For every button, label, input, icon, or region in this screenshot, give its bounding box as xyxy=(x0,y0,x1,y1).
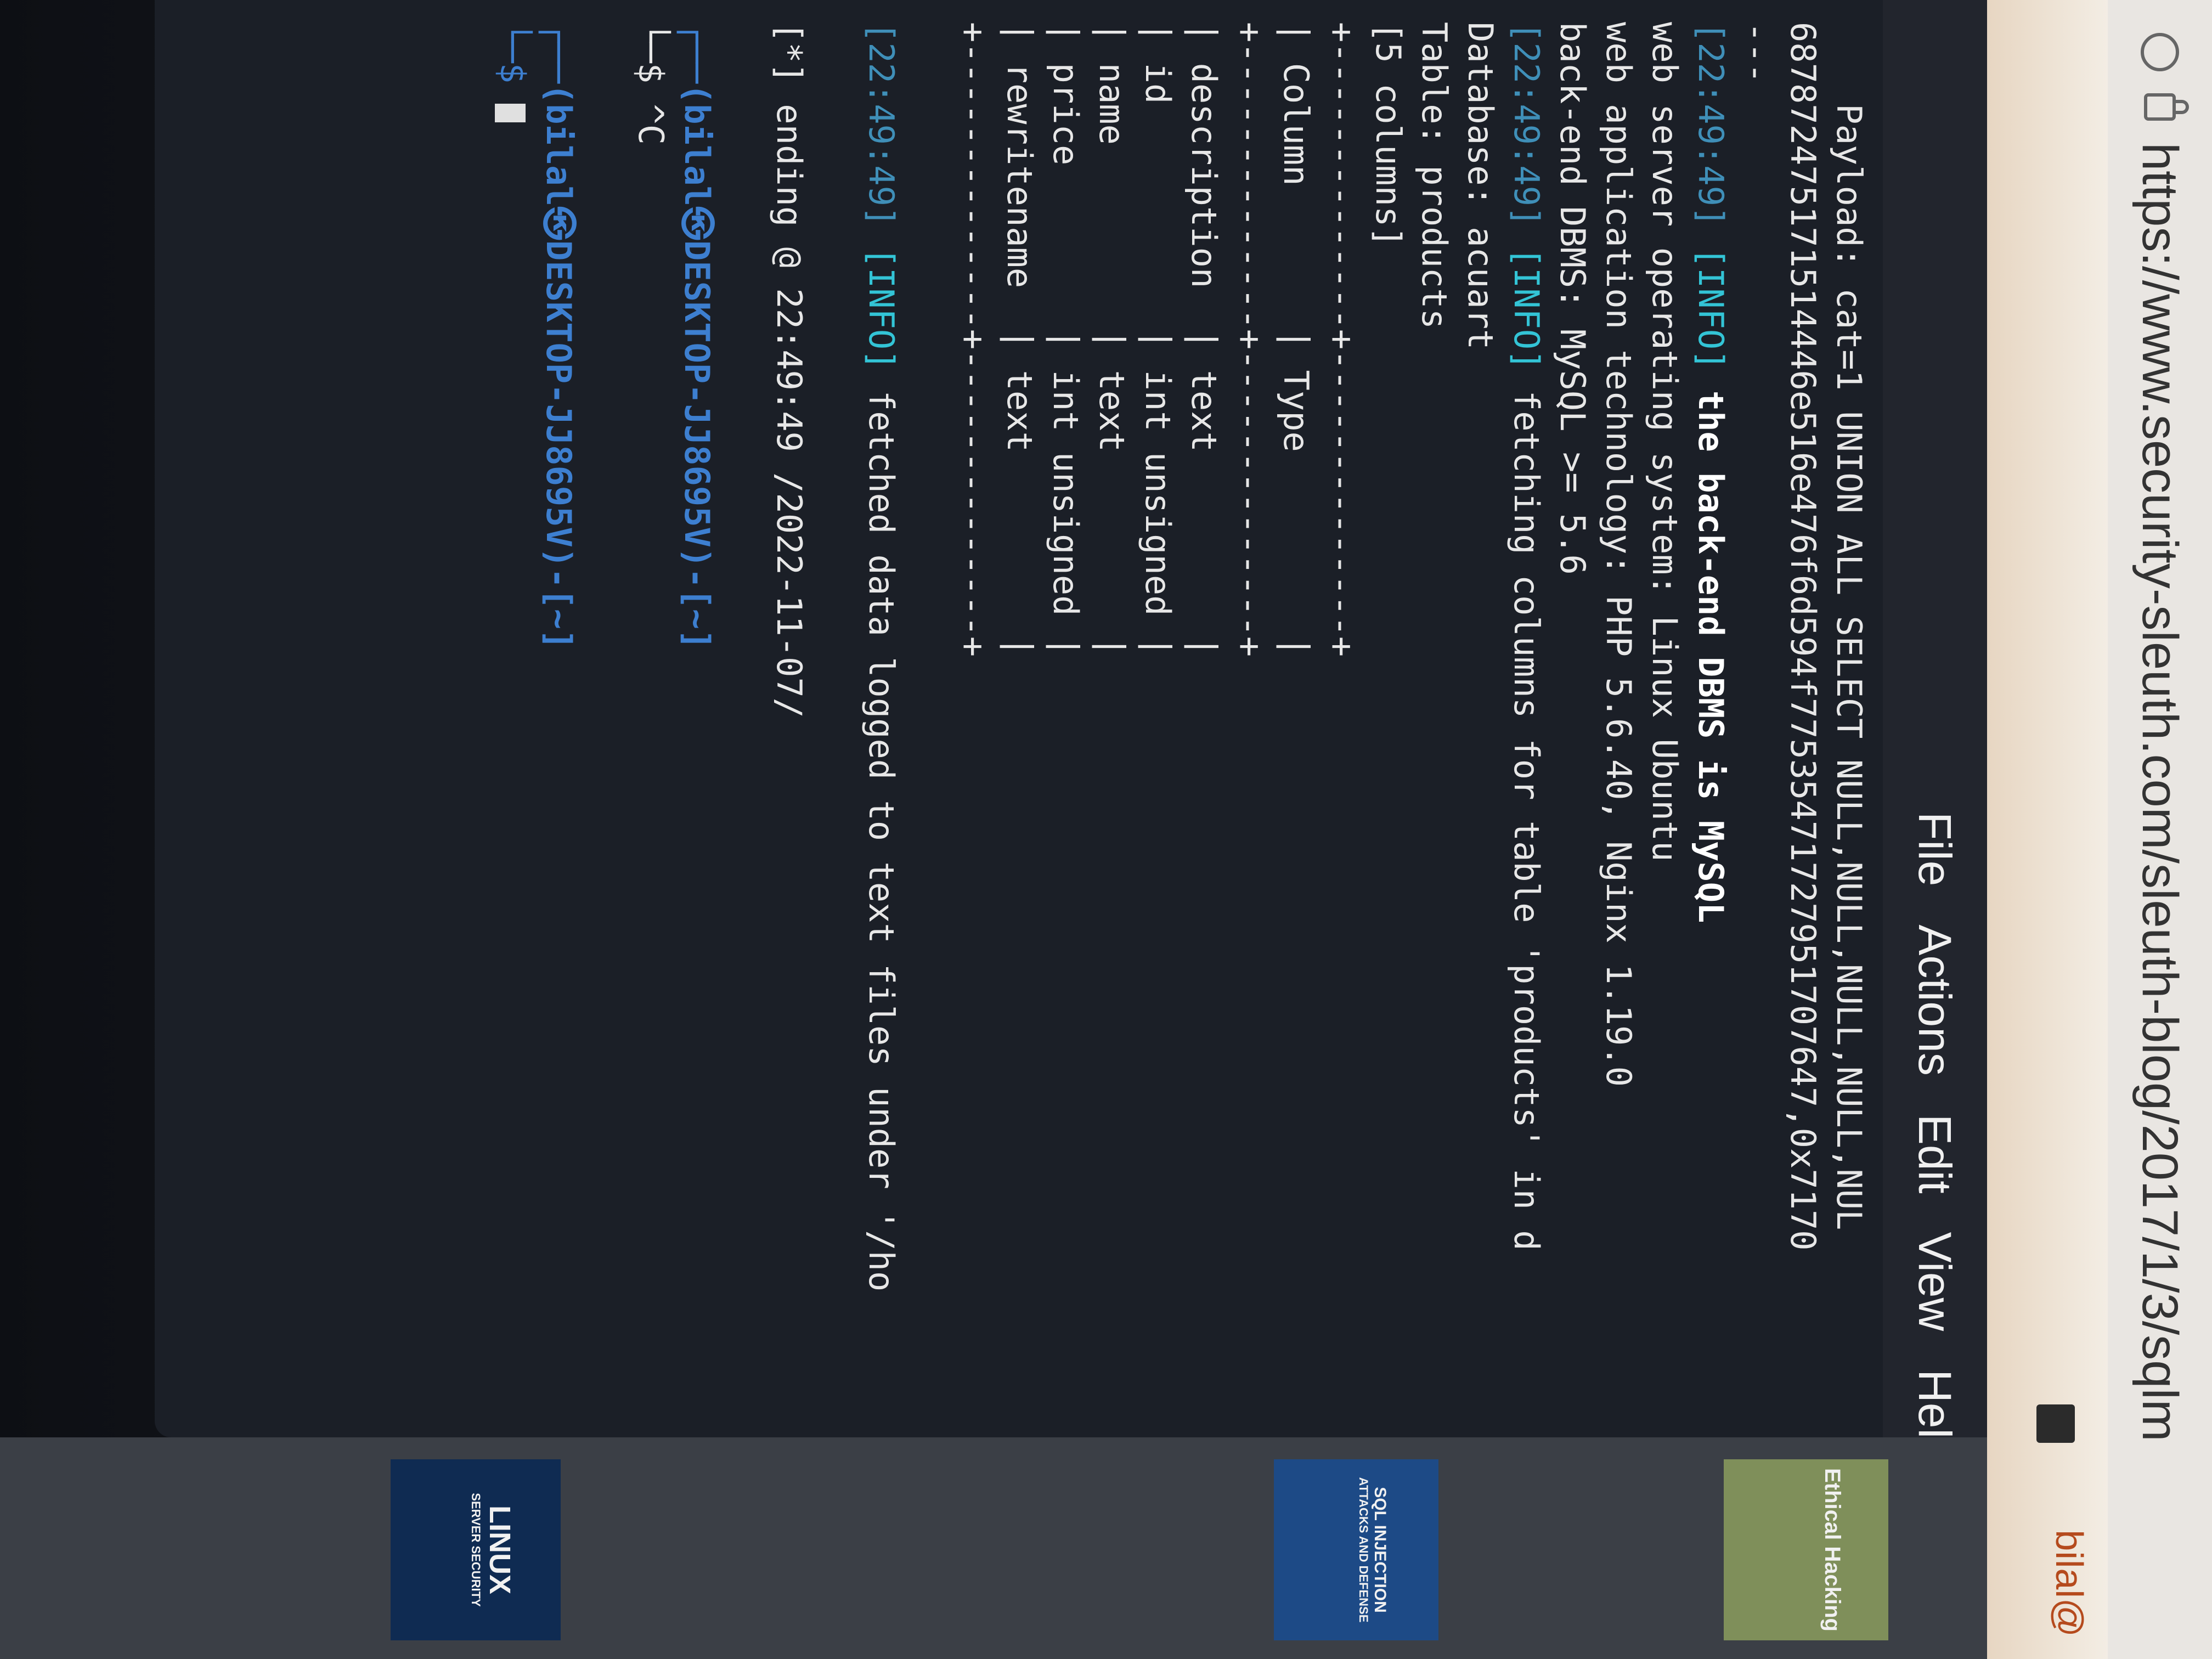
terminal-output[interactable]: Payload: cat=1 UNION ALL SELECT NULL,NUL… xyxy=(155,0,1883,1437)
terminal-line: | rewritename | text | xyxy=(1000,22,1040,657)
terminal-line: web application technology: PHP 5.6.40, … xyxy=(1599,22,1639,1087)
ad-sql-book[interactable]: SQL INJECTION ATTACKS AND DEFENSE xyxy=(1274,1459,1438,1640)
info-tag: [INFO] xyxy=(1506,247,1547,370)
terminal-line: └─$ ^C xyxy=(631,22,671,145)
terminal-line: Database: acuart xyxy=(1460,22,1500,350)
terminal-line: Table: products xyxy=(1414,22,1454,329)
menu-view[interactable]: View xyxy=(1909,1232,1962,1331)
ad-linux-book[interactable]: LINUX SERVER SECURITY xyxy=(391,1459,561,1640)
terminal-line: | id | int unsigned | xyxy=(1138,22,1178,657)
terminal-line: ┌──(bilal㉿DESKTOP-JJ8695V)-[~] xyxy=(677,22,717,650)
timestamp: [22:49:49] xyxy=(1691,22,1731,247)
terminal-line: [22:49:49] [INFO] fetching columns for t… xyxy=(1503,22,1549,1415)
timestamp: [22:49:49] xyxy=(1506,22,1547,247)
line-text: fetched data logged to text files under … xyxy=(861,370,901,1292)
prompt-symbol: └─$ xyxy=(493,22,533,104)
browser-address-bar: https://www.security-sleuth.com/sleuth-b… xyxy=(2108,0,2212,1659)
ad-ethical-title: Ethical Hacking xyxy=(1820,1468,1844,1632)
terminal-line: back-end DBMS: MySQL >= 5.6 xyxy=(1553,22,1593,575)
terminal-line: web server operating system: Linux Ubunt… xyxy=(1645,22,1685,862)
terminal-line: | name | text | xyxy=(1092,22,1132,657)
terminal-line: [22:49:49] [INFO] fetched data logged to… xyxy=(858,22,904,1415)
line-text: fetching columns for table 'products' in… xyxy=(1506,370,1547,1251)
terminal-line: ┌──(bilal㉿DESKTOP-JJ8695V)-[~] xyxy=(539,22,579,650)
menu-file[interactable]: File xyxy=(1909,812,1962,886)
terminal-line: +--------------+--------------+ xyxy=(953,22,994,657)
terminal-line: --- xyxy=(1737,22,1777,83)
ad-linux-title: LINUX xyxy=(483,1505,516,1594)
lock-icon xyxy=(2144,93,2176,121)
terminal-line: [*] ending @ 22:49:49 /2022-11-07/ xyxy=(769,22,809,719)
url-text[interactable]: https://www.security-sleuth.com/sleuth-b… xyxy=(2131,143,2189,1442)
terminal-line: | price | int unsigned | xyxy=(1046,22,1086,657)
terminal-line: Payload: cat=1 UNION ALL SELECT NULL,NUL… xyxy=(1829,22,1869,1231)
cursor-icon xyxy=(495,104,526,123)
reload-icon[interactable] xyxy=(2141,33,2179,71)
ad-sql-title: SQL INJECTION xyxy=(1371,1487,1389,1613)
menu-actions[interactable]: Actions xyxy=(1909,924,1962,1075)
line-text: the back-end DBMS is MySQL xyxy=(1691,370,1731,923)
rotated-screen: https://www.security-sleuth.com/sleuth-b… xyxy=(0,0,2212,1659)
terminal-line: [22:49:49] [INFO] the back-end DBMS is M… xyxy=(1688,22,1734,1415)
terminal-window[interactable]: File Actions Edit View Help Payload: cat… xyxy=(155,0,1987,1464)
info-tag: [INFO] xyxy=(861,247,901,370)
photo-stage: https://www.security-sleuth.com/sleuth-b… xyxy=(0,0,2212,1659)
terminal-app-icon[interactable] xyxy=(2036,1404,2075,1443)
terminal-line: | description | text | xyxy=(1184,22,1224,657)
menu-edit[interactable]: Edit xyxy=(1909,1114,1962,1194)
terminal-line: [5 columns] xyxy=(1368,22,1408,247)
terminal-line: +--------------+--------------+ xyxy=(1230,22,1270,657)
terminal-line: └─$ xyxy=(489,22,535,1415)
background-page-area: LINUX SERVER SECURITY SQL INJECTION ATTA… xyxy=(0,1437,1987,1659)
timestamp: [22:49:49] xyxy=(861,22,901,247)
ad-sql-sub: ATTACKS AND DEFENSE xyxy=(1357,1477,1370,1623)
terminal-line: +--------------+--------------+ xyxy=(1322,22,1362,657)
tab-bar: bilal@ xyxy=(1987,0,2108,1659)
terminal-line: 687872475171514446e516e476f6d594f7753547… xyxy=(1783,22,1823,1251)
terminal-line: | Column | Type | xyxy=(1276,22,1316,657)
info-tag: [INFO] xyxy=(1691,247,1731,370)
ad-linux-sub: SERVER SECURITY xyxy=(469,1493,483,1607)
terminal-menubar: File Actions Edit View Help xyxy=(1883,0,1987,1464)
user-account-label: bilal@ xyxy=(2048,1530,2091,1637)
ad-ethical-book[interactable]: Ethical Hacking xyxy=(1724,1459,1888,1640)
